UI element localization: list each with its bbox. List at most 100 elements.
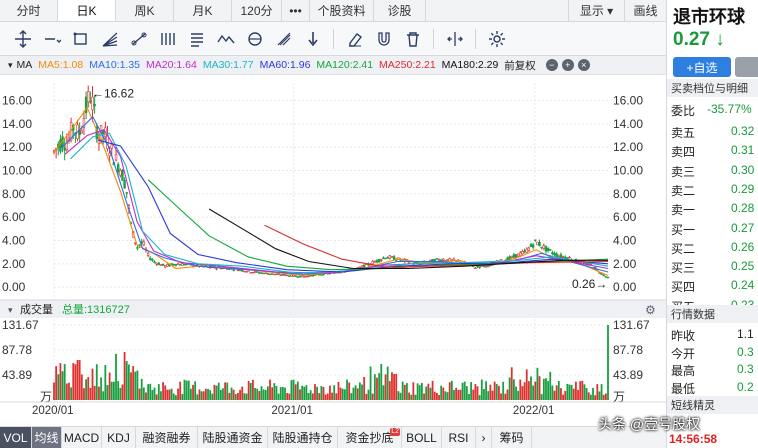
volume-bar <box>423 393 425 400</box>
candle-body <box>512 254 516 258</box>
candle-body <box>155 262 158 265</box>
volume-bar <box>427 383 430 400</box>
candle-body <box>525 248 528 253</box>
indicator-tab-5[interactable]: 陆股通资金 <box>198 427 268 448</box>
candle-body <box>149 257 152 260</box>
indicator-tab-7[interactable]: 资金抄底 L2 <box>338 427 402 448</box>
volume-bar <box>468 393 470 400</box>
indicator-tab-10[interactable]: › <box>476 427 492 448</box>
volume-bar <box>241 386 244 400</box>
candle-body <box>529 243 533 247</box>
candle-body <box>277 273 280 275</box>
volume-bar <box>89 388 92 400</box>
volume-bar <box>222 388 224 400</box>
candle-body <box>561 256 565 258</box>
volume-bar <box>487 391 490 400</box>
volume-dropdown-icon[interactable]: ▾ <box>8 306 13 316</box>
wave-icon[interactable] <box>211 26 240 52</box>
tab-3[interactable]: 月K <box>174 0 232 21</box>
volume-bar <box>57 374 60 400</box>
segment-icon[interactable] <box>124 26 153 52</box>
indicator-tab-1[interactable]: 均线 <box>32 427 62 448</box>
cycle-icon[interactable] <box>240 26 269 52</box>
fibonacci-icon[interactable] <box>269 26 298 52</box>
volume-bar <box>149 383 152 400</box>
tab-6[interactable]: 个股资料 <box>310 0 374 21</box>
indicator-tab-11[interactable]: 筹码 <box>492 427 532 448</box>
trash-icon[interactable] <box>398 26 427 52</box>
indicator-tab-8[interactable]: BOLL <box>402 427 442 448</box>
volume-bar <box>386 366 389 400</box>
tab-2[interactable]: 周K <box>116 0 174 21</box>
candle-body <box>360 265 364 268</box>
ma-legend-item: MA180:2.29 <box>441 59 499 71</box>
volume-gear-icon[interactable]: ⚙ <box>645 303 656 317</box>
volume-bar <box>562 394 564 400</box>
minus-icon[interactable]: − <box>545 59 558 71</box>
volume-bar <box>369 366 372 400</box>
vertical-lines-icon[interactable] <box>153 26 182 52</box>
crosshair-icon[interactable] <box>8 26 37 52</box>
fan-lines-icon[interactable] <box>95 26 124 52</box>
indicator-tab-2[interactable]: MACD <box>62 427 102 448</box>
candle-body <box>241 269 244 272</box>
volume-bar <box>264 389 267 400</box>
ma-dropdown-icon[interactable]: ▾ <box>8 60 13 71</box>
volume-bar <box>234 394 237 400</box>
indicator-tab-4[interactable]: 融资融券 <box>136 427 198 448</box>
tab-1[interactable]: 日K <box>58 0 116 21</box>
orderbook-price: 0.29 <box>731 181 755 196</box>
indicator-tab-6[interactable]: 陆股通持仓 <box>268 427 338 448</box>
candle-body <box>93 103 96 107</box>
tab-5[interactable]: ••• <box>282 0 310 21</box>
volume-bar <box>202 391 205 400</box>
volume-bar <box>384 374 387 400</box>
volume-bar <box>95 364 98 400</box>
eraser-icon[interactable] <box>340 26 369 52</box>
volume-bar <box>226 382 229 400</box>
orderbook-row: 卖五 0.32 <box>667 121 758 141</box>
volume-bar <box>472 389 475 400</box>
volume-bar <box>356 388 359 400</box>
indicator-tab-3[interactable]: KDJ <box>102 427 136 448</box>
volume-bar <box>153 387 156 400</box>
volume-bar <box>335 393 338 400</box>
rectangle-icon[interactable] <box>66 26 95 52</box>
tab-4[interactable]: 120分 <box>232 0 282 21</box>
volume-bar <box>281 387 284 400</box>
close-icon[interactable]: × <box>577 59 590 71</box>
watermark: 头条 @壹号股权 <box>598 416 701 432</box>
volume-bar <box>53 382 55 400</box>
draw-line-tab[interactable]: 画线 <box>624 0 666 21</box>
volume-bar <box>350 393 353 400</box>
indicator-tab-label: 陆股通资金 <box>202 431 263 445</box>
gear-icon[interactable] <box>482 26 511 52</box>
volume-bar <box>311 393 314 400</box>
l2-badge: L2 <box>390 428 400 436</box>
orderbook-label: 卖五 <box>671 126 696 140</box>
down-arrow-icon[interactable] <box>298 26 327 52</box>
indicator-tab-9[interactable]: RSI <box>442 427 476 448</box>
volume-bar <box>380 363 383 400</box>
secondary-button[interactable] <box>735 57 758 77</box>
volume-bar <box>429 387 432 400</box>
tab-0[interactable]: 分时 <box>0 0 58 21</box>
ma-legend-item: MA60:1.96 <box>259 59 311 71</box>
plus-icon[interactable]: + <box>561 59 574 71</box>
indicator-tab-label: 融资融券 <box>142 431 191 445</box>
add-watchlist-button[interactable]: +自选 <box>673 57 731 77</box>
magnet-icon[interactable] <box>369 26 398 52</box>
volume-bar <box>207 388 209 400</box>
horizontal-line-icon[interactable] <box>37 26 66 52</box>
orderbook-row: 买二 0.26 <box>667 237 758 257</box>
split-icon[interactable] <box>440 26 469 52</box>
volume-bar <box>519 379 522 400</box>
candle-body <box>283 274 287 276</box>
kline-chart[interactable]: 16.00 16.00 14.00 14.00 12.00 12.00 10.00 10.00… <box>0 75 666 426</box>
show-menu[interactable]: 显示 ▾ <box>568 0 624 21</box>
candle-body <box>279 274 282 277</box>
indicator-tab-0[interactable]: VOL <box>0 427 32 448</box>
volume-bar <box>187 380 190 400</box>
tab-7[interactable]: 诊股 <box>374 0 426 21</box>
text-block-icon[interactable] <box>182 26 211 52</box>
